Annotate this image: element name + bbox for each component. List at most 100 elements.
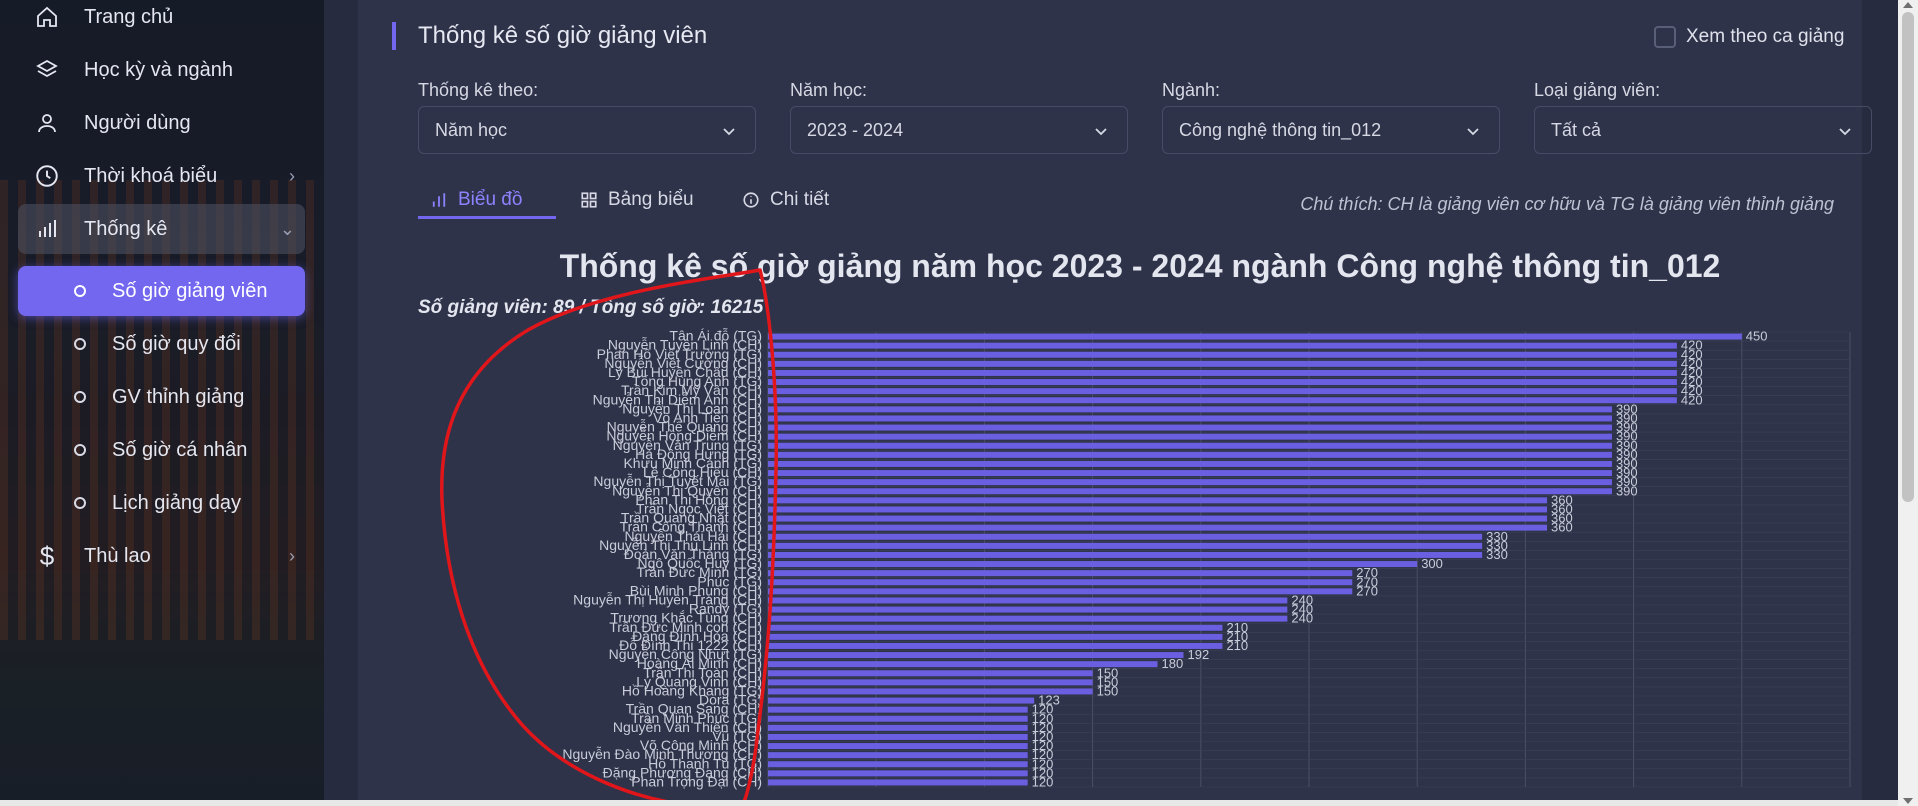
data-label: 420 [1681,392,1703,407]
bar[interactable] [768,770,1028,777]
bar[interactable] [768,333,1742,340]
bar[interactable] [768,351,1677,358]
bar[interactable] [768,706,1028,713]
chevron-right-icon: › [289,545,295,566]
bar[interactable] [768,679,1093,686]
layers-icon [32,58,62,82]
circle-icon [74,444,86,456]
bar[interactable] [768,579,1353,586]
bar[interactable] [768,761,1028,768]
bar[interactable] [768,724,1028,731]
user-icon [32,111,62,135]
bar[interactable] [768,733,1028,740]
scroll-down-icon[interactable] [1903,798,1913,804]
bar[interactable] [768,488,1612,495]
bar[interactable] [768,379,1677,386]
bar[interactable] [768,451,1612,458]
vertical-scrollbar[interactable] [1898,0,1918,806]
sidebar-subitem-label: GV thỉnh giảng [112,385,245,408]
bar[interactable] [768,615,1288,622]
bar[interactable] [768,624,1223,631]
bar[interactable] [768,342,1677,349]
home-icon [32,5,62,29]
sidebar-subitem-lecturer-hours[interactable]: Số giờ giảng viên [18,266,305,316]
sidebar-subitem-converted-hours[interactable]: Số giờ quy đổi [18,319,305,369]
data-label: 390 [1616,483,1638,498]
dollar-icon: $ [39,540,55,571]
sidebar-item-label: Thống kê [84,217,168,240]
clock-icon [32,163,62,189]
bar[interactable] [768,524,1548,531]
bar[interactable] [768,397,1677,404]
bar[interactable] [768,715,1028,722]
bar[interactable] [768,506,1548,513]
bar[interactable] [768,515,1548,522]
bar[interactable] [768,597,1288,604]
main-content: Thống kê số giờ giảng viên Xem theo ca g… [324,0,1918,806]
bar[interactable] [768,570,1353,577]
bar-chart-icon [32,217,62,241]
sidebar-subitem-label: Số giờ cá nhân [112,438,248,461]
data-label: 192 [1187,647,1209,662]
bar[interactable] [768,652,1184,659]
sidebar-item-label: Học kỳ và ngành [84,58,233,81]
data-label: 210 [1226,638,1248,653]
bar[interactable] [768,533,1483,540]
bar[interactable] [768,561,1418,568]
bar[interactable] [768,588,1353,595]
bar[interactable] [768,470,1612,477]
bar[interactable] [768,415,1612,422]
sidebar-item-semester[interactable]: Học kỳ và ngành [18,45,305,95]
scrollbar-thumb[interactable] [1902,12,1914,502]
sidebar-item-users[interactable]: Người dùng [18,98,305,148]
data-label: 180 [1162,656,1184,671]
sidebar-item-label: Thù lao [84,544,151,567]
data-label: 300 [1421,556,1443,571]
bar[interactable] [768,606,1288,613]
scroll-up-icon[interactable] [1903,2,1913,8]
data-label: 330 [1486,547,1508,562]
bar[interactable] [768,497,1548,504]
bar[interactable] [768,779,1028,786]
bar[interactable] [768,388,1677,395]
data-label: 270 [1356,583,1378,598]
bar[interactable] [768,460,1612,467]
bar[interactable] [768,442,1612,449]
bar[interactable] [768,479,1612,486]
category-label: Phan Trọng Đại (CH) [631,773,762,789]
bar[interactable] [768,542,1483,549]
sidebar-item-label: Trang chủ [84,5,174,28]
sidebar-item-timetable[interactable]: Thời khoá biểu › [18,151,305,201]
bar[interactable] [768,642,1223,649]
sidebar-subitem-personal-hours[interactable]: Số giờ cá nhân [18,425,305,475]
bar[interactable] [768,633,1223,640]
data-label: 360 [1551,520,1573,535]
sidebar-item-home[interactable]: Trang chủ [18,0,305,42]
chevron-down-icon: ⌄ [279,218,295,239]
data-label: 120 [1032,774,1054,789]
bar[interactable] [768,433,1612,440]
sidebar-item-statistics[interactable]: Thống kê ⌄ [18,204,305,254]
bar[interactable] [768,743,1028,750]
circle-icon [74,497,86,509]
data-label: 240 [1291,611,1313,626]
bar[interactable] [768,369,1677,376]
bar[interactable] [768,406,1612,413]
circle-icon [74,338,86,350]
bar[interactable] [768,551,1483,558]
bar[interactable] [768,360,1677,367]
circle-icon [74,285,86,297]
statistics-card: Thống kê số giờ giảng viên Xem theo ca g… [358,0,1872,806]
bar[interactable] [768,697,1035,704]
sidebar-subitem-teaching-schedule[interactable]: Lịch giảng dạy [18,478,305,528]
sidebar-subitem-label: Lịch giảng dạy [112,491,241,514]
sidebar-item-label: Thời khoá biểu [84,164,218,187]
data-label: 150 [1097,683,1119,698]
sidebar-subitem-label: Số giờ quy đổi [112,332,241,355]
bar[interactable] [768,670,1093,677]
bar[interactable] [768,424,1612,431]
sidebar-subitem-visiting-lecturers[interactable]: GV thỉnh giảng [18,372,305,422]
bar[interactable] [768,752,1028,759]
sidebar-item-remuneration[interactable]: $ Thù lao › [18,531,305,581]
horizontal-scrollbar[interactable] [0,800,1898,806]
